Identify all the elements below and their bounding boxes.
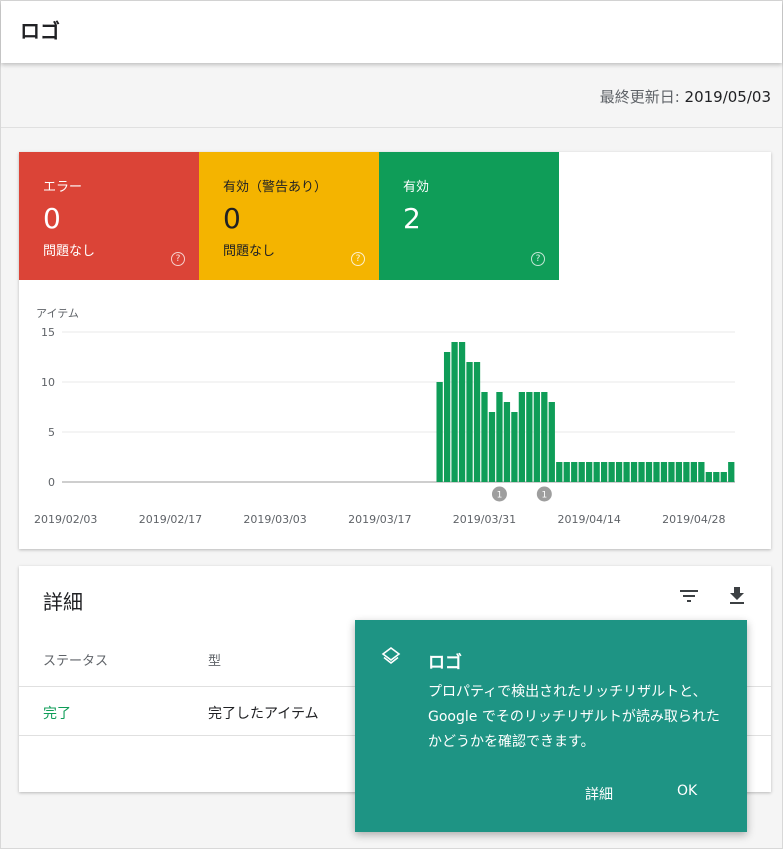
- y-tick-label: 5: [48, 426, 55, 439]
- page-title: ロゴ: [20, 19, 60, 43]
- chart-bar: [451, 342, 458, 482]
- chart-bar: [563, 462, 570, 482]
- chart-bar: [496, 392, 503, 482]
- top-bar: ロゴ: [1, 1, 782, 63]
- y-tick-label: 15: [41, 326, 55, 339]
- tile-warning[interactable]: 有効（警告あり） 0 問題なし ?: [199, 152, 379, 280]
- tile-valid-label: 有効: [403, 180, 430, 195]
- chart-bar: [638, 462, 645, 482]
- chart-bar: [533, 392, 540, 482]
- items-chart: アイテム 0 5 10 15 2019/02/03 2019/02/17 2019/03/03…: [34, 307, 735, 526]
- chart-bar: [541, 392, 548, 482]
- chart-bar: [556, 462, 563, 482]
- row-type[interactable]: 完了したアイテム: [208, 703, 319, 723]
- chart-bar: [690, 462, 698, 482]
- chart-bar: [593, 462, 600, 482]
- chart-bar: [615, 462, 623, 482]
- chart-bar: [571, 462, 578, 482]
- tile-error[interactable]: エラー 0 問題なし ?: [19, 152, 199, 280]
- chart-bar: [548, 402, 555, 482]
- popup-title: ロゴ: [428, 653, 462, 673]
- chart-bar: [503, 402, 511, 482]
- filter-icon[interactable]: [677, 584, 701, 608]
- tile-error-value: 0: [43, 202, 61, 235]
- divider: [1, 127, 782, 128]
- tile-warning-value: 0: [223, 202, 241, 235]
- y-axis-label: アイテム: [36, 307, 79, 320]
- help-icon[interactable]: ?: [351, 252, 365, 266]
- chart-bar: [705, 472, 712, 482]
- chart-bar: [578, 462, 585, 482]
- column-header-status[interactable]: ステータス: [43, 650, 108, 669]
- popup-ok-button[interactable]: OK: [677, 783, 697, 799]
- chart-bar: [488, 412, 496, 482]
- chart-bar: [660, 462, 668, 482]
- x-tick-label: 2019/02/03: [34, 513, 97, 526]
- chart-bar: [481, 392, 488, 482]
- chart-bar: [518, 392, 526, 482]
- chart-bar: [713, 472, 720, 482]
- chart-bar: [630, 462, 638, 482]
- column-header-type[interactable]: 型: [208, 650, 221, 669]
- tile-error-sub: 問題なし: [43, 244, 96, 259]
- chart-bar: [683, 462, 690, 482]
- last-updated-label: 最終更新日:: [599, 88, 680, 106]
- x-tick-label: 2019/02/17: [139, 513, 202, 526]
- y-tick-label: 0: [48, 476, 55, 489]
- x-tick-label: 2019/04/28: [662, 513, 725, 526]
- chart-bar: [675, 462, 683, 482]
- tile-valid[interactable]: 有効 2 ?: [379, 152, 559, 280]
- popup-body: プロパティで検出されたリッチリザルトと、Google でそのリッチリザルトが読み…: [428, 684, 720, 750]
- last-updated-date: 2019/05/03: [684, 88, 771, 106]
- help-icon[interactable]: ?: [171, 252, 185, 266]
- chart-bar: [623, 462, 630, 482]
- chart-bar: [458, 342, 466, 482]
- last-updated: 最終更新日: 2019/05/03: [600, 86, 771, 107]
- row-status[interactable]: 完了: [43, 703, 71, 723]
- chart-bar: [698, 462, 705, 482]
- help-icon[interactable]: ?: [531, 252, 545, 266]
- tile-valid-value: 2: [403, 202, 421, 235]
- chart-bar: [653, 462, 660, 482]
- details-title: 詳細: [43, 590, 83, 614]
- chart-bar: [645, 462, 653, 482]
- popup-details-button[interactable]: 詳細: [585, 784, 613, 804]
- chart-bar: [511, 412, 518, 482]
- tile-warning-sub: 問題なし: [223, 244, 276, 259]
- x-tick-label: 2019/03/31: [453, 513, 516, 526]
- chart-bar: [526, 392, 533, 482]
- chart-bar: [668, 462, 675, 482]
- x-tick-label: 2019/03/03: [243, 513, 306, 526]
- x-tick-label: 2019/04/14: [557, 513, 620, 526]
- tile-warning-label: 有効（警告あり）: [223, 180, 328, 195]
- chart-bar: [601, 462, 608, 482]
- x-tick-label: 2019/03/17: [348, 513, 411, 526]
- chart-bar: [466, 362, 473, 482]
- tile-error-label: エラー: [43, 180, 83, 195]
- chart-bar: [720, 472, 727, 482]
- annotation-label: 1: [497, 491, 503, 501]
- layers-icon: [381, 646, 401, 670]
- download-icon[interactable]: [725, 584, 749, 608]
- chart-bar: [586, 462, 593, 482]
- chart-bar: [443, 352, 451, 482]
- chart-bar: [728, 462, 735, 482]
- annotation-label: 1: [541, 491, 547, 501]
- info-popup: ロゴ プロパティで検出されたリッチリザルトと、Google でそのリッチリザルト…: [355, 620, 747, 832]
- y-tick-label: 10: [41, 376, 55, 389]
- chart-bar: [608, 462, 615, 482]
- summary-card: エラー 0 問題なし ? 有効（警告あり） 0 問題なし ? 有効 2 ? アイ…: [19, 152, 771, 549]
- chart-bar: [436, 382, 443, 482]
- chart-bar: [473, 362, 481, 482]
